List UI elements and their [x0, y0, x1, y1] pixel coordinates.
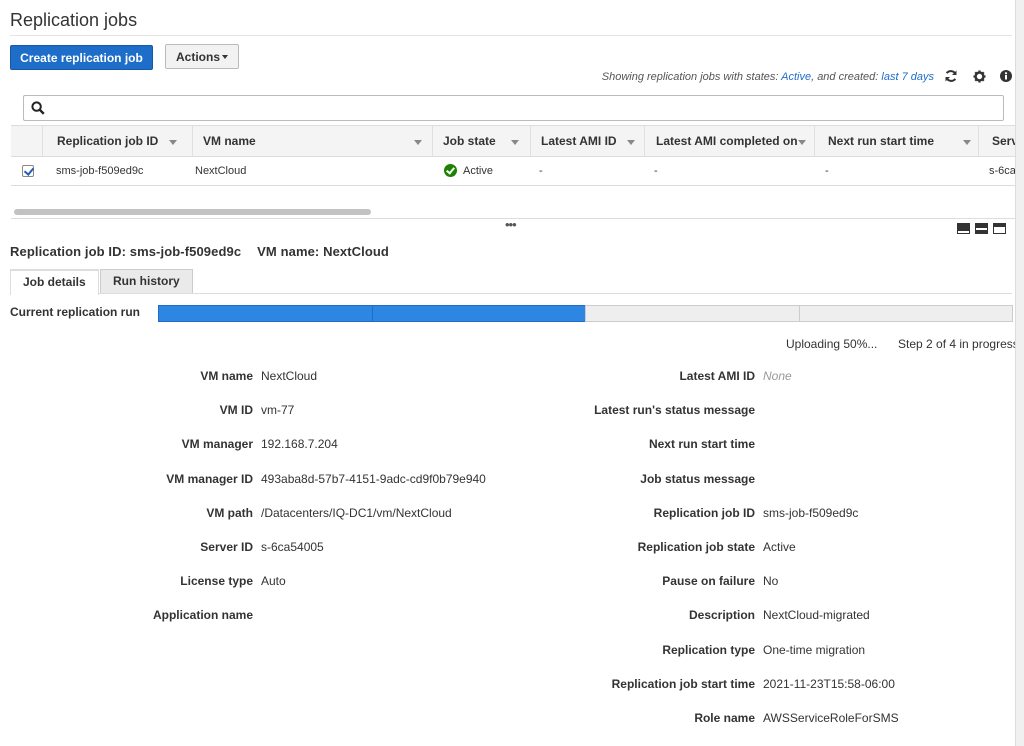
table-row[interactable]: sms-job-f509ed9c NextCloud Active - - - …: [11, 157, 1016, 186]
filter-summary: Showing replication jobs with states: Ac…: [602, 71, 934, 83]
detail-label: Role name: [0, 710, 755, 726]
actions-dropdown-button[interactable]: Actions: [165, 44, 239, 69]
sort-caret-icon: [627, 140, 635, 145]
sort-caret-icon: [798, 140, 806, 145]
detail-label-text: Latest run's status message: [594, 403, 755, 418]
progress-segment: [585, 305, 799, 322]
layout-top-pane-icon[interactable]: [993, 223, 1006, 234]
replication-progress-bar: [158, 305, 1013, 322]
search-input[interactable]: [50, 99, 990, 117]
detail-label-text: Next run start time: [648, 437, 755, 452]
column-header-latest-ami-id[interactable]: Latest AMI ID: [530, 126, 644, 157]
column-header-server[interactable]: Serv: [978, 126, 1016, 157]
column-header-job-id[interactable]: Replication job ID: [42, 126, 192, 157]
gear-icon[interactable]: [971, 68, 987, 84]
detail-label-text: Role name: [694, 711, 755, 725]
detail-label: Job status message: [0, 471, 755, 487]
progress-step: Step 2 of 4 in progress: [898, 337, 1019, 351]
detail-label: Description: [0, 607, 755, 623]
create-replication-job-button[interactable]: Create replication job: [10, 45, 153, 70]
detail-value: One-time migration: [763, 642, 866, 657]
progress-status: Uploading 50%...: [786, 337, 878, 351]
detail-value: AWSServiceRoleForSMS: [763, 711, 899, 725]
detail-label-text: Replication job start time: [611, 676, 755, 691]
detail-value: 2021-11-23T15:58-06:00: [763, 676, 895, 691]
detail-label: Latest run's status message: [0, 402, 755, 418]
detail-value: None: [763, 369, 792, 383]
cell-job-id: sms-job-f509ed9c: [56, 165, 144, 177]
detail-label: Replication job state: [0, 539, 755, 555]
caret-down-icon: [222, 55, 228, 60]
tab-run-history[interactable]: Run history: [100, 269, 193, 294]
detail-label: Latest AMI ID: [0, 368, 755, 384]
sort-caret-icon: [414, 140, 422, 145]
refresh-icon[interactable]: [943, 68, 959, 84]
pane-resize-handle[interactable]: •••: [505, 218, 517, 231]
detail-value: sms-job-f509ed9c: [763, 505, 859, 520]
detail-heading: Replication job ID: sms-job-f509ed9c VM n…: [10, 244, 389, 259]
cell-vm-name: NextCloud: [195, 165, 247, 177]
column-header-job-state[interactable]: Job state: [432, 126, 530, 157]
sort-caret-icon: [963, 140, 971, 145]
page-title: Replication jobs: [10, 10, 138, 30]
filter-state-link[interactable]: Active: [781, 71, 811, 83]
search-box: [23, 95, 1004, 121]
page-vertical-scrollbar[interactable]: [1015, 0, 1024, 746]
layout-split-pane-icon[interactable]: [975, 223, 988, 234]
row-checkbox[interactable]: [22, 165, 34, 177]
detail-label-text: Replication type: [662, 642, 755, 657]
cell-next-run: -: [825, 165, 829, 177]
info-icon[interactable]: [998, 68, 1014, 84]
detail-label-text: Replication job state: [637, 540, 755, 554]
detail-label-text: Job status message: [640, 471, 755, 486]
tab-job-details[interactable]: Job details: [10, 269, 99, 295]
cell-server: s-6ca: [989, 165, 1016, 177]
detail-label-text: Replication job ID: [653, 505, 755, 520]
cell-latest-ami-id: -: [539, 165, 543, 177]
cell-job-state: Active: [432, 157, 530, 186]
progress-segment: [158, 305, 372, 322]
actions-label: Actions: [175, 49, 220, 64]
detail-label-text: Description: [688, 608, 755, 623]
detail-label: Replication job start time: [0, 676, 755, 692]
replication-jobs-table: Replication job ID VM name Job state Lat…: [11, 125, 1016, 187]
detail-label: Replication type: [0, 642, 755, 658]
table-header: Replication job ID VM name Job state Lat…: [11, 125, 1016, 157]
detail-label: Pause on failure: [0, 573, 755, 589]
progress-segment: [798, 305, 1013, 322]
title-divider: [10, 35, 1012, 36]
filter-range-link[interactable]: last 7 days: [881, 71, 934, 83]
current-run-label: Current replication run: [10, 305, 141, 319]
detail-label: Next run start time: [0, 436, 755, 452]
sort-caret-icon: [511, 140, 519, 145]
detail-value: No: [763, 574, 779, 589]
detail-label: Replication job ID: [0, 505, 755, 521]
column-header-vm-name[interactable]: VM name: [192, 126, 432, 157]
check-circle-icon: [444, 163, 457, 177]
search-icon: [31, 101, 45, 115]
select-column-header: [11, 126, 42, 157]
scrollbar-thumb[interactable]: [14, 209, 371, 215]
column-header-latest-ami-completed[interactable]: Latest AMI completed on: [644, 126, 814, 157]
detail-value: Active: [763, 540, 796, 554]
layout-bottom-pane-icon[interactable]: [957, 223, 970, 234]
detail-value: NextCloud-migrated: [763, 608, 870, 623]
cell-latest-ami-completed: -: [654, 165, 658, 177]
progress-segment: [371, 305, 585, 322]
sort-caret-icon: [169, 140, 177, 145]
column-header-next-run[interactable]: Next run start time: [814, 126, 978, 157]
filter-prefix: Showing replication jobs with states:: [601, 71, 782, 83]
detail-label-text: Latest AMI ID: [679, 369, 755, 383]
filter-mid: , and created:: [811, 71, 882, 83]
tab-divider: [10, 293, 1012, 294]
detail-label-text: Pause on failure: [662, 574, 755, 589]
